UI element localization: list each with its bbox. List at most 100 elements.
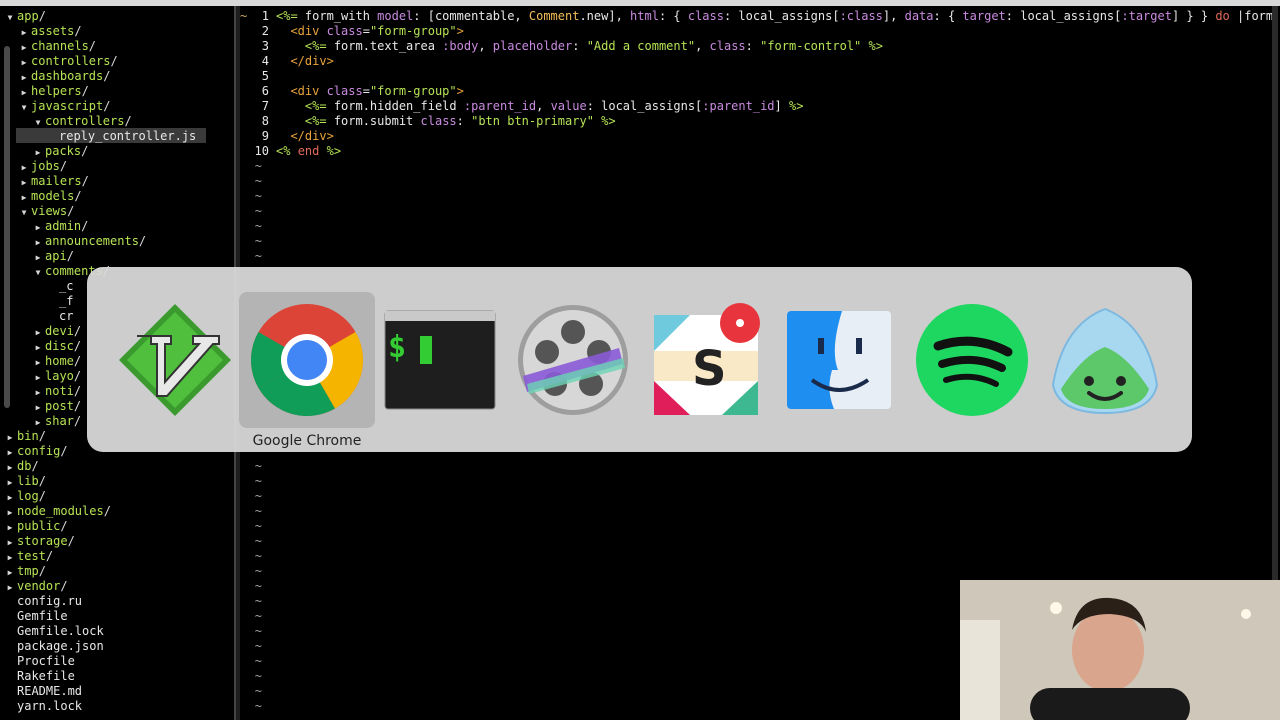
tree-folder[interactable]: ▶ dashboards/ <box>17 69 111 85</box>
tree-folder[interactable]: ▶ jobs/ <box>17 159 68 175</box>
tree-folder[interactable]: ▼ views/ <box>17 204 75 220</box>
collapsed-arrow-icon[interactable]: ▶ <box>3 490 17 505</box>
collapsed-arrow-icon[interactable]: ▶ <box>17 85 31 100</box>
code-line[interactable]: 9 </div> <box>240 129 334 144</box>
collapsed-arrow-icon[interactable]: ▶ <box>3 460 17 475</box>
collapsed-arrow-icon[interactable]: ▶ <box>31 250 45 265</box>
tree-folder[interactable]: ▶ models/ <box>17 189 82 204</box>
tree-folder[interactable]: ▶ lib/ <box>3 474 46 489</box>
collapsed-arrow-icon[interactable]: ▶ <box>31 145 45 160</box>
tree-folder[interactable]: ▶ shar/ <box>31 414 82 430</box>
tree-folder[interactable]: ▶ home/ <box>31 354 82 370</box>
collapsed-arrow-icon[interactable]: ▶ <box>17 190 31 205</box>
code-line[interactable]: 5 <box>240 69 276 84</box>
collapsed-arrow-icon[interactable]: ▶ <box>3 475 17 490</box>
tree-file[interactable]: Gemfile.lock <box>3 624 104 639</box>
collapsed-arrow-icon[interactable]: ▶ <box>31 355 45 370</box>
tree-folder[interactable]: ▶ packs/ <box>31 144 89 160</box>
collapsed-arrow-icon[interactable]: ▶ <box>17 70 31 85</box>
collapsed-arrow-icon[interactable]: ▶ <box>3 535 17 550</box>
collapsed-arrow-icon[interactable]: ▶ <box>31 340 45 355</box>
collapsed-arrow-icon[interactable]: ▶ <box>17 25 31 40</box>
tree-file[interactable]: reply_controller.js <box>45 129 196 144</box>
tree-file[interactable]: _c <box>45 279 73 294</box>
app-tile-finder[interactable] <box>771 292 907 428</box>
tree-folder[interactable]: ▶ public/ <box>3 519 68 534</box>
tree-file[interactable]: Rakefile <box>3 669 75 684</box>
collapsed-arrow-icon[interactable]: ▶ <box>31 385 45 400</box>
app-tile-google-chrome[interactable] <box>239 292 375 428</box>
code-line[interactable]: 7 <%= form.hidden_field :parent_id, valu… <box>240 99 804 114</box>
tree-folder[interactable]: ▼ controllers/ <box>31 114 132 129</box>
app-tile-basecamp[interactable] <box>1037 292 1173 428</box>
expanded-arrow-icon[interactable]: ▼ <box>31 115 45 130</box>
tree-folder[interactable]: ▶ assets/ <box>17 24 82 39</box>
tree-folder[interactable]: ▶ bin/ <box>3 429 46 444</box>
tree-file[interactable]: _f <box>45 294 73 309</box>
collapsed-arrow-icon[interactable]: ▶ <box>3 430 17 445</box>
app-tile-spotify[interactable] <box>904 292 1040 428</box>
tree-folder[interactable]: ▶ config/ <box>3 444 68 459</box>
collapsed-arrow-icon[interactable]: ▶ <box>3 505 17 520</box>
code-line[interactable]: 2 <div class="form-group"> <box>240 24 464 39</box>
code-line[interactable]: 4 </div> <box>240 54 334 69</box>
collapsed-arrow-icon[interactable]: ▶ <box>31 220 45 235</box>
collapsed-arrow-icon[interactable]: ▶ <box>17 55 31 70</box>
tree-folder[interactable]: ▶ controllers/ <box>17 54 118 69</box>
collapsed-arrow-icon[interactable]: ▶ <box>3 550 17 565</box>
expanded-arrow-icon[interactable]: ▼ <box>17 100 31 115</box>
expanded-arrow-icon[interactable]: ▼ <box>31 265 45 280</box>
tree-folder[interactable]: ▶ node_modules/ <box>3 504 111 519</box>
code-line[interactable]: 10 <% end %> <box>240 144 342 159</box>
collapsed-arrow-icon[interactable]: ▶ <box>17 40 31 55</box>
tree-folder[interactable]: ▶ mailers/ <box>17 174 89 189</box>
tree-folder[interactable]: ▶ layo/ <box>31 369 82 385</box>
tree-file[interactable]: cr <box>45 309 73 324</box>
tree-folder[interactable]: ▶ channels/ <box>17 39 96 54</box>
collapsed-arrow-icon[interactable]: ▶ <box>17 175 31 190</box>
tree-folder[interactable]: ▶ db/ <box>3 459 39 474</box>
collapsed-arrow-icon[interactable]: ▶ <box>31 325 45 340</box>
tree-folder[interactable]: ▶ post/ <box>31 399 82 415</box>
collapsed-arrow-icon[interactable]: ▶ <box>31 235 45 250</box>
tree-folder[interactable]: ▶ noti/ <box>31 384 82 400</box>
expanded-arrow-icon[interactable]: ▼ <box>17 205 31 220</box>
tree-folder[interactable]: ▶ test/ <box>3 549 54 565</box>
app-tile-vim[interactable] <box>107 292 243 428</box>
tree-folder[interactable]: ▶ admin/ <box>31 219 89 235</box>
code-line[interactable]: 8 <%= form.submit class: "btn btn-primar… <box>240 114 616 129</box>
tree-folder[interactable]: ▶ storage/ <box>3 534 75 549</box>
tree-folder[interactable]: ▶ devi/ <box>31 324 82 340</box>
collapsed-arrow-icon[interactable]: ▶ <box>3 580 17 595</box>
tree-file[interactable]: Gemfile <box>3 609 68 624</box>
collapsed-arrow-icon[interactable]: ▶ <box>3 520 17 535</box>
sidebar-scrollbar[interactable] <box>4 46 10 408</box>
app-tile-video[interactable] <box>505 292 641 428</box>
tree-file[interactable]: package.json <box>3 639 104 654</box>
collapsed-arrow-icon[interactable]: ▶ <box>17 160 31 175</box>
code-line[interactable]: 6 <div class="form-group"> <box>240 84 464 99</box>
tree-folder[interactable]: ▶ helpers/ <box>17 84 89 99</box>
tree-folder[interactable]: ▼ app/ <box>3 9 46 24</box>
tree-file[interactable]: README.md <box>3 684 82 699</box>
tree-folder[interactable]: ▶ vendor/ <box>3 579 68 594</box>
tree-file[interactable]: config.ru <box>3 594 82 609</box>
tree-folder[interactable]: ▼ javascript/ <box>17 99 111 115</box>
tree-folder[interactable]: ▶ disc/ <box>31 339 82 355</box>
collapsed-arrow-icon[interactable]: ▶ <box>31 400 45 415</box>
tree-file[interactable]: yarn.lock <box>3 699 82 714</box>
tree-folder[interactable]: ▶ tmp/ <box>3 564 46 579</box>
tree-folder[interactable]: ▶ log/ <box>3 489 46 504</box>
editor-scrollbar[interactable] <box>1272 6 1278 586</box>
tree-file[interactable]: Procfile <box>3 654 75 669</box>
collapsed-arrow-icon[interactable]: ▶ <box>31 415 45 430</box>
code-line[interactable]: 3 <%= form.text_area :body, placeholder:… <box>240 39 883 54</box>
expanded-arrow-icon[interactable]: ▼ <box>3 10 17 25</box>
code-line[interactable]: 1 <%= form_with model: [commentable, Comm… <box>240 9 1280 24</box>
app-tile-slack[interactable]: S <box>638 292 774 428</box>
tree-folder[interactable]: ▶ api/ <box>31 249 74 264</box>
collapsed-arrow-icon[interactable]: ▶ <box>31 370 45 385</box>
tree-folder[interactable]: ▶ announcements/ <box>31 234 147 250</box>
collapsed-arrow-icon[interactable]: ▶ <box>3 445 17 460</box>
collapsed-arrow-icon[interactable]: ▶ <box>3 565 17 580</box>
